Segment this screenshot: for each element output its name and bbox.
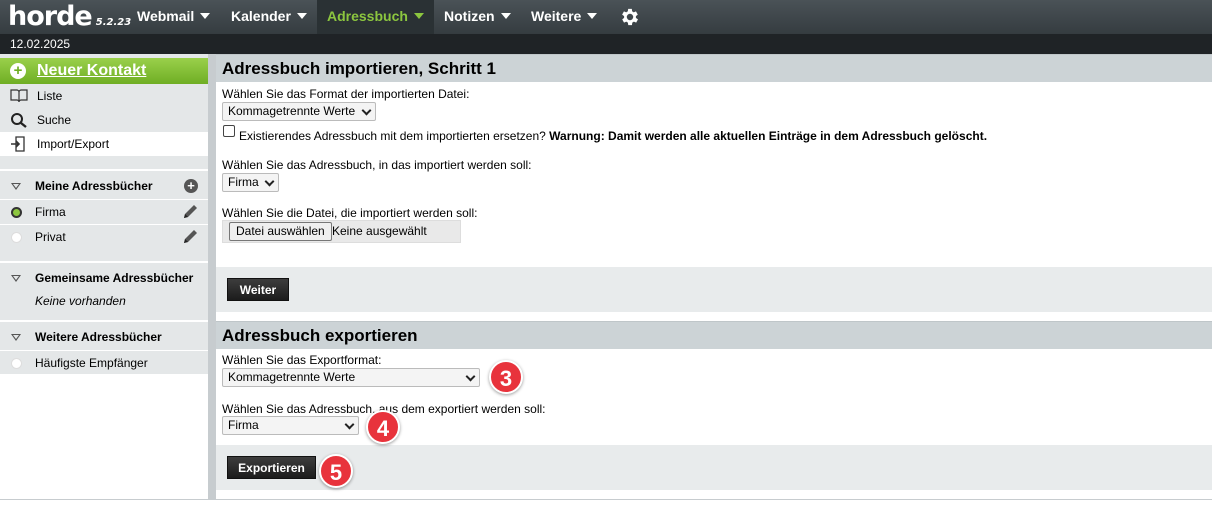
pencil-icon[interactable] [181, 228, 199, 246]
chevron-down-icon [296, 13, 307, 19]
sidebar-item-label: Liste [37, 89, 63, 103]
chevron-down-icon [200, 13, 211, 19]
top-navigation-bar: horde 5.2.23 Webmail Kalender Adressbuch … [0, 0, 1212, 34]
import-export-icon [11, 136, 25, 152]
replace-addressbook-label: Existierendes Adressbuch mit dem importi… [239, 129, 987, 143]
menu-webmail[interactable]: Webmail [127, 0, 220, 34]
chevron-down-icon [264, 176, 275, 187]
menu-label: Weitere [531, 8, 582, 24]
import-section-title: Adressbuch importieren, Schritt 1 [216, 54, 1212, 82]
addressbook-label: Privat [35, 230, 66, 244]
shared-addressbooks-header[interactable]: Gemeinsame Adressbücher [0, 261, 210, 291]
file-input[interactable]: Datei auswählen Keine ausgewählt [222, 220, 461, 243]
addressbook-item-privat[interactable]: Privat [0, 224, 210, 248]
my-addressbooks-header[interactable]: Meine Adressbücher + [0, 169, 210, 199]
step-badge-5: 5 [319, 454, 353, 488]
sidebar-item-liste[interactable]: Liste [0, 84, 210, 108]
radio-unselected-icon[interactable] [11, 232, 22, 243]
chevron-down-icon [413, 13, 424, 19]
bottom-divider [0, 499, 1212, 500]
sidebar-item-suche[interactable]: Suche [0, 108, 210, 132]
choose-file-button[interactable]: Datei auswählen [229, 222, 332, 241]
shared-empty-text: Keine vorhanden [35, 294, 126, 308]
next-button[interactable]: Weiter [227, 278, 289, 301]
other-addressbooks-header[interactable]: Weitere Adressbücher [0, 320, 210, 350]
section-title: Weitere Adressbücher [35, 330, 162, 344]
sidebar: + Neuer Kontakt Liste Suche Import/Expor… [0, 54, 216, 517]
replace-warning: Warnung: Damit werden alle aktuellen Ein… [549, 129, 988, 143]
addressbook-label: Firma [35, 205, 66, 219]
export-button-bar: Exportieren [216, 445, 1212, 490]
step-badge-4: 4 [366, 410, 400, 444]
new-contact-button[interactable]: + Neuer Kontakt [0, 58, 210, 84]
pencil-icon[interactable] [181, 203, 199, 221]
plus-icon: + [10, 63, 26, 79]
add-addressbook-icon[interactable]: + [184, 179, 198, 193]
export-format-label: Wählen Sie das Exportformat: [222, 353, 382, 367]
date-bar: 12.02.2025 [0, 34, 1212, 54]
logo-text: horde [8, 1, 93, 32]
export-format-select[interactable]: Kommagetrennte Werte [222, 368, 480, 387]
radio-selected-icon[interactable] [11, 207, 22, 218]
import-book-label: Wählen Sie das Adressbuch, in das import… [222, 158, 532, 172]
menu-label: Notizen [444, 8, 495, 24]
menu-label: Kalender [231, 8, 291, 24]
chevron-down-icon [587, 13, 598, 19]
select-value: Firma [228, 175, 259, 189]
export-book-select[interactable]: Firma [222, 416, 359, 435]
current-date: 12.02.2025 [10, 37, 71, 51]
radio-unselected-icon[interactable] [11, 358, 22, 369]
sidebar-item-label: Suche [37, 113, 72, 127]
addressbook-label: Häufigste Empfänger [35, 356, 148, 370]
sidebar-resize-handle[interactable] [208, 54, 216, 500]
chevron-down-icon [361, 105, 372, 116]
select-value: Firma [228, 418, 259, 432]
export-section-title: Adressbuch exportieren [216, 321, 1212, 349]
collapse-triangle-icon [11, 334, 21, 341]
search-icon [11, 113, 27, 128]
main-content: Adressbuch importieren, Schritt 1 Wählen… [216, 54, 1212, 517]
step-badge-3: 3 [489, 360, 523, 394]
menu-adressbuch[interactable]: Adressbuch [317, 0, 434, 34]
menu-label: Adressbuch [327, 8, 408, 24]
chevron-down-icon [465, 371, 476, 382]
addressbook-item-frequent[interactable]: Häufigste Empfänger [0, 350, 210, 374]
replace-question: Existierendes Adressbuch mit dem importi… [239, 129, 546, 143]
import-book-select[interactable]: Firma [222, 173, 279, 192]
menu-weitere[interactable]: Weitere [521, 0, 607, 34]
replace-addressbook-checkbox[interactable] [223, 125, 235, 137]
sidebar-item-import-export[interactable]: Import/Export [0, 132, 210, 156]
book-icon [10, 89, 28, 103]
import-file-label: Wählen Sie die Datei, die importiert wer… [222, 206, 478, 220]
addressbook-item-firma[interactable]: Firma [0, 199, 210, 223]
chevron-down-icon [500, 13, 511, 19]
select-value: Kommagetrennte Werte [228, 370, 356, 384]
horde-logo[interactable]: horde 5.2.23 [8, 0, 131, 34]
chevron-down-icon [344, 419, 355, 430]
sidebar-item-label: Import/Export [37, 137, 110, 151]
section-title: Meine Adressbücher [35, 179, 153, 193]
menu-label: Webmail [137, 8, 195, 24]
collapse-triangle-icon [11, 275, 21, 282]
menu-notizen[interactable]: Notizen [434, 0, 521, 34]
collapse-triangle-icon [11, 183, 21, 190]
import-format-select[interactable]: Kommagetrennte Werte [222, 102, 376, 121]
section-title: Gemeinsame Adressbücher [35, 271, 194, 285]
import-button-bar: Weiter [216, 267, 1212, 312]
export-button[interactable]: Exportieren [227, 456, 316, 479]
new-contact-label: Neuer Kontakt [37, 62, 147, 79]
file-status: Keine ausgewählt [332, 224, 427, 238]
gear-icon[interactable] [619, 6, 641, 28]
import-format-label: Wählen Sie das Format der importierten D… [222, 87, 470, 101]
menu-kalender[interactable]: Kalender [221, 0, 317, 34]
select-value: Kommagetrennte Werte [228, 104, 356, 118]
app-version: 5.2.23 [95, 17, 132, 28]
